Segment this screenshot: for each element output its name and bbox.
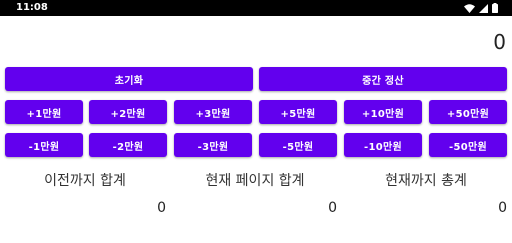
- grand-total-value: 0: [498, 200, 507, 216]
- current-page-total-value: 0: [328, 200, 337, 216]
- subtract-50-button[interactable]: -50만원: [429, 133, 507, 157]
- settle-button[interactable]: 중간 정산: [259, 67, 507, 91]
- subtract-2-button[interactable]: -2만원: [89, 133, 167, 157]
- status-icons: [464, 3, 498, 13]
- grand-total-label: 현재까지 총계: [385, 173, 467, 189]
- previous-total-label: 이전까지 합계: [44, 173, 126, 189]
- subtract-5-button[interactable]: -5만원: [259, 133, 337, 157]
- subtract-1-button[interactable]: -1만원: [5, 133, 83, 157]
- reset-button[interactable]: 초기화: [5, 67, 253, 91]
- wifi-icon: [464, 3, 475, 13]
- amount-display: 0: [493, 30, 506, 54]
- add-5-button[interactable]: +5만원: [259, 100, 337, 124]
- previous-total-value: 0: [157, 200, 166, 216]
- battery-icon: [492, 3, 498, 13]
- status-time: 11:08: [16, 2, 48, 13]
- add-3-button[interactable]: +3만원: [174, 100, 252, 124]
- add-50-button[interactable]: +50만원: [429, 100, 507, 124]
- signal-icon: [479, 3, 488, 13]
- subtract-3-button[interactable]: -3만원: [174, 133, 252, 157]
- add-10-button[interactable]: +10만원: [344, 100, 422, 124]
- add-1-button[interactable]: +1만원: [5, 100, 83, 124]
- add-2-button[interactable]: +2만원: [89, 100, 167, 124]
- status-bar: 11:08: [0, 0, 512, 16]
- current-page-total-label: 현재 페이지 합계: [205, 173, 305, 189]
- subtract-10-button[interactable]: -10만원: [344, 133, 422, 157]
